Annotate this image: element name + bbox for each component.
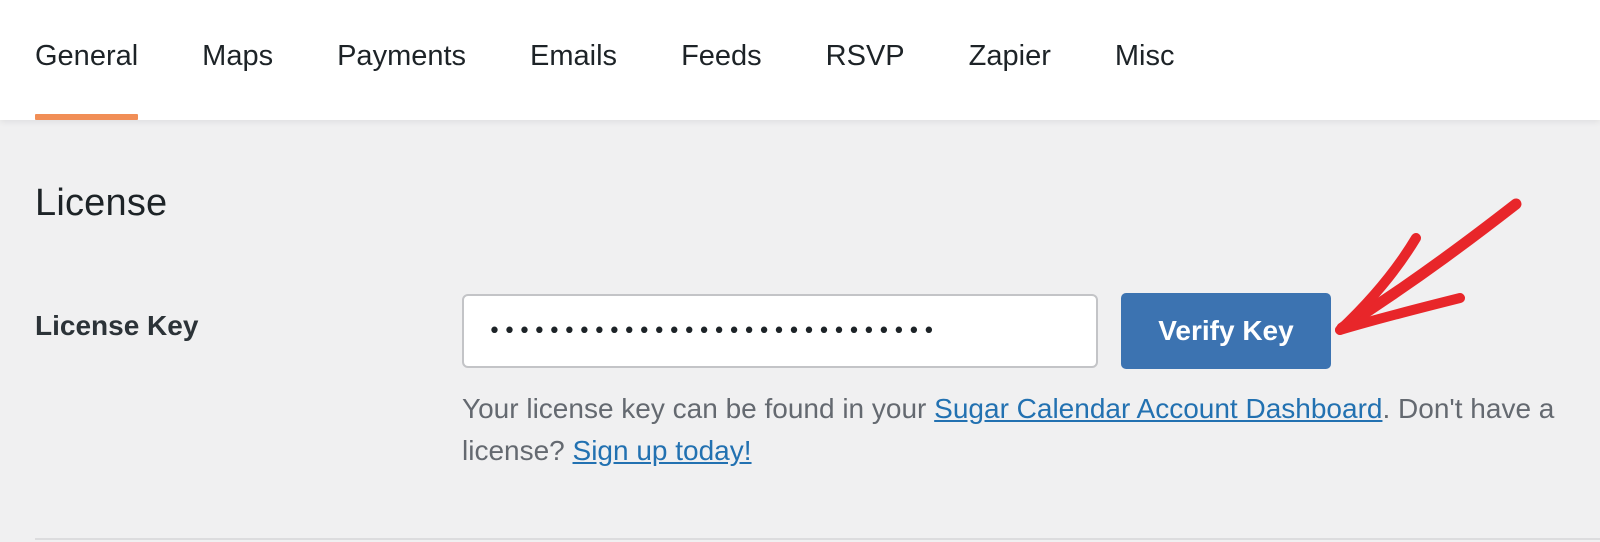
account-dashboard-link[interactable]: Sugar Calendar Account Dashboard: [934, 393, 1382, 424]
tab-general[interactable]: General: [35, 0, 139, 120]
settings-tabs: General Maps Payments Emails Feeds RSVP …: [35, 0, 1238, 120]
tab-feeds[interactable]: Feeds: [681, 0, 762, 120]
help-text-prefix: Your license key can be found in your: [462, 393, 935, 424]
license-help-text: Your license key can be found in your Su…: [462, 388, 1582, 472]
license-key-label: License Key: [35, 310, 199, 341]
tab-zapier[interactable]: Zapier: [969, 0, 1051, 120]
verify-key-button[interactable]: Verify Key: [1121, 293, 1331, 369]
tab-payments[interactable]: Payments: [337, 0, 466, 120]
hand-drawn-arrow-icon: [1335, 198, 1522, 335]
tab-maps[interactable]: Maps: [202, 0, 273, 120]
tab-misc[interactable]: Misc: [1115, 0, 1175, 120]
section-title: License: [35, 182, 168, 224]
license-key-input[interactable]: [462, 294, 1098, 368]
sign-up-link[interactable]: Sign up today!: [573, 435, 752, 466]
settings-tab-bar: General Maps Payments Emails Feeds RSVP …: [0, 0, 1600, 120]
section-divider: [35, 538, 1600, 540]
tab-emails[interactable]: Emails: [530, 0, 617, 120]
tab-rsvp[interactable]: RSVP: [826, 0, 905, 120]
